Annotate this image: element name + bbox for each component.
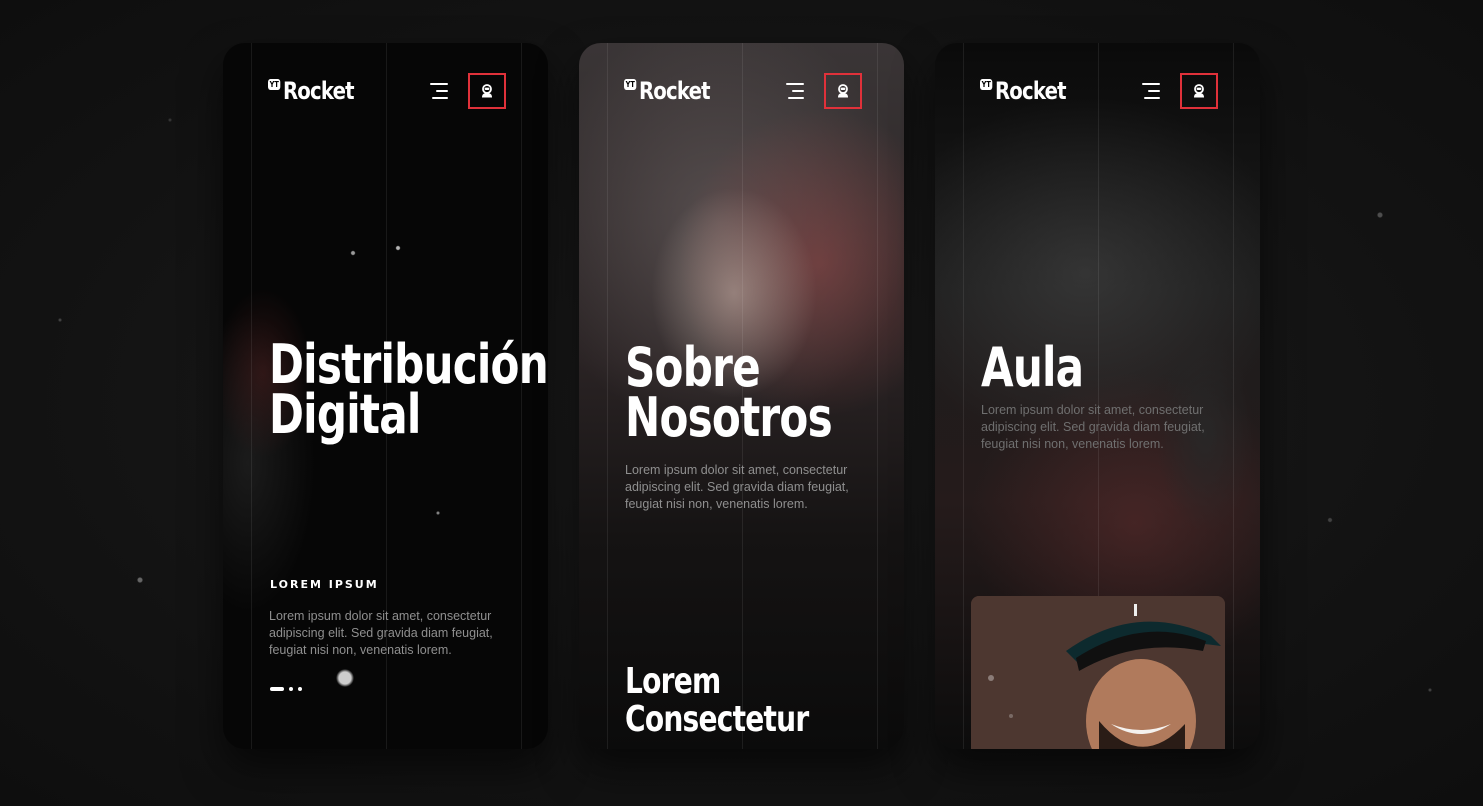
grid-line bbox=[607, 43, 608, 749]
pagination-dot[interactable] bbox=[298, 687, 302, 691]
header: YT Rocket bbox=[980, 73, 1218, 109]
grid-line bbox=[877, 43, 878, 749]
logo-text: Rocket bbox=[638, 77, 711, 105]
logo[interactable]: YT Rocket bbox=[624, 77, 711, 105]
logo[interactable]: YT Rocket bbox=[268, 77, 355, 105]
section-eyebrow: LOREM IPSUM bbox=[270, 578, 379, 591]
logo-text: Rocket bbox=[282, 77, 355, 105]
logo-badge: YT bbox=[980, 79, 993, 90]
hamburger-menu-icon[interactable] bbox=[784, 83, 804, 99]
logo-badge: YT bbox=[268, 79, 281, 90]
phone-screen-sobre-nosotros: YT Rocket Sobre Nosotros Lorem ipsum dol… bbox=[579, 43, 904, 749]
logo-text: Rocket bbox=[994, 77, 1067, 105]
grid-line bbox=[251, 43, 252, 749]
title-line-1: Aula bbox=[981, 336, 1084, 399]
page-title: Aula bbox=[981, 341, 1084, 395]
page-title: Sobre Nosotros bbox=[625, 341, 833, 445]
astronaut-user-icon bbox=[838, 84, 848, 98]
hamburger-menu-icon[interactable] bbox=[428, 83, 448, 99]
portrait-image bbox=[971, 596, 1225, 749]
body-text: Lorem ipsum dolor sit amet, consectetur … bbox=[981, 403, 1205, 451]
logo[interactable]: YT Rocket bbox=[980, 77, 1067, 105]
page-title: Distribución Digital bbox=[269, 338, 548, 442]
section-title-line-2: Consectetur bbox=[625, 699, 809, 740]
header: YT Rocket bbox=[624, 73, 862, 109]
header: YT Rocket bbox=[268, 73, 506, 109]
instructor-photo[interactable] bbox=[971, 596, 1225, 749]
body-text: Lorem ipsum dolor sit amet, consectetur … bbox=[269, 609, 493, 657]
section-title: Lorem Consectetur bbox=[625, 661, 809, 740]
grid-line bbox=[963, 43, 964, 749]
title-line-2: Nosotros bbox=[625, 386, 833, 449]
logo-badge: YT bbox=[624, 79, 637, 90]
astronaut-user-icon bbox=[1194, 84, 1204, 98]
phone-screen-distribucion: YT Rocket Distribución Digital LOREM IPS… bbox=[223, 43, 548, 749]
section-title-line-1: Lorem bbox=[625, 661, 721, 702]
user-account-button[interactable] bbox=[1180, 73, 1218, 109]
user-account-button[interactable] bbox=[824, 73, 862, 109]
phone-screen-aula: YT Rocket Aula Lorem ipsum dolor sit ame… bbox=[935, 43, 1260, 749]
slider-pagination bbox=[270, 687, 302, 691]
showcase-stage: YT Rocket Distribución Digital LOREM IPS… bbox=[0, 0, 1483, 806]
pagination-dot[interactable] bbox=[289, 687, 293, 691]
body-text: Lorem ipsum dolor sit amet, consectetur … bbox=[625, 463, 849, 511]
astronaut-user-icon bbox=[482, 84, 492, 98]
pagination-dot-active[interactable] bbox=[270, 687, 284, 691]
title-line-2: Digital bbox=[269, 383, 421, 446]
user-account-button[interactable] bbox=[468, 73, 506, 109]
hamburger-menu-icon[interactable] bbox=[1140, 83, 1160, 99]
grid-line bbox=[1233, 43, 1234, 749]
